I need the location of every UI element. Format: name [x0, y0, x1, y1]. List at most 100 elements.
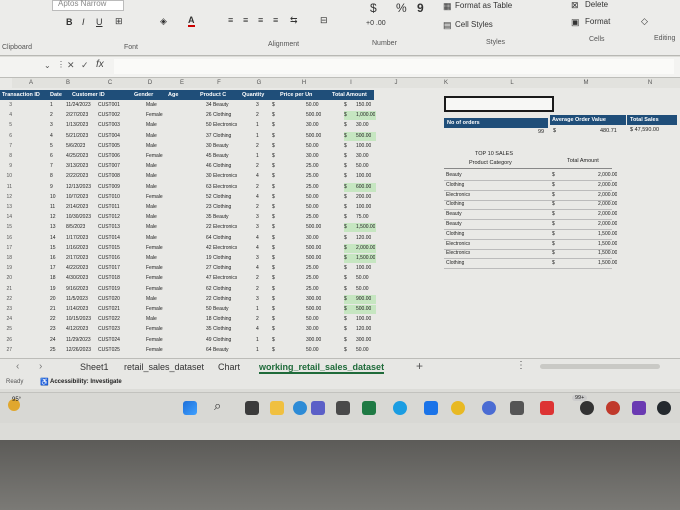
table-cell[interactable]: 1,500.00: [356, 255, 375, 261]
table-cell[interactable]: $: [272, 122, 275, 128]
table-cell[interactable]: 2: [50, 112, 53, 118]
table-cell[interactable]: 4: [256, 326, 259, 332]
table-cell[interactable]: 50.00: [306, 102, 319, 108]
table-cell[interactable]: 18 Clothing: [206, 316, 231, 322]
pivot-cell[interactable]: Clothing: [446, 182, 464, 188]
accessibility-status[interactable]: Accessibility: Investigate: [50, 379, 122, 385]
clear-icon[interactable]: ◇: [641, 16, 648, 27]
table-cell[interactable]: $: [272, 102, 275, 108]
align-left-icon[interactable]: ≡: [228, 15, 233, 25]
pivot-cell[interactable]: $: [552, 231, 555, 237]
table-cell[interactable]: 42 Electronics: [206, 245, 237, 251]
table-cell[interactable]: $: [344, 122, 347, 128]
table-cell[interactable]: 22 Electronics: [206, 224, 237, 230]
table-cell[interactable]: 1/16/2023: [66, 245, 88, 251]
italic-button[interactable]: I: [82, 17, 85, 27]
prev-sheet-icon[interactable]: ‹: [16, 361, 19, 372]
edge-icon[interactable]: [293, 401, 307, 415]
table-cell[interactable]: 4: [256, 235, 259, 241]
table-cell[interactable]: 600.00: [356, 184, 371, 190]
table-cell[interactable]: $: [344, 133, 347, 139]
tab-retail-sales-dataset[interactable]: retail_sales_dataset: [124, 362, 204, 372]
next-sheet-icon[interactable]: ›: [39, 361, 42, 372]
store-icon[interactable]: [336, 401, 350, 415]
table-cell[interactable]: Female: [146, 153, 163, 159]
column-header[interactable]: J: [372, 78, 421, 88]
table-cell[interactable]: $: [344, 296, 347, 302]
pivot-cell[interactable]: 2,000.00: [598, 221, 617, 227]
table-cell[interactable]: $: [344, 306, 347, 312]
table-cell[interactable]: CUST021: [98, 306, 120, 312]
excel-icon[interactable]: [362, 401, 376, 415]
table-cell[interactable]: 50.00: [356, 286, 369, 292]
table-cell[interactable]: 4: [50, 133, 53, 139]
pivot-cell[interactable]: $: [552, 201, 555, 207]
table-cell[interactable]: $: [272, 245, 275, 251]
table-cell[interactable]: 25.00: [306, 286, 319, 292]
row-number[interactable]: 6: [0, 133, 12, 139]
table-cell[interactable]: 1/17/2023: [66, 235, 88, 241]
table-cell[interactable]: $: [272, 143, 275, 149]
table-cell[interactable]: 30.00: [356, 153, 369, 159]
table-cell[interactable]: 10/7/2023: [66, 194, 88, 200]
tab-sheet1[interactable]: Sheet1: [80, 362, 109, 372]
table-cell[interactable]: 47 Electronics: [206, 275, 237, 281]
row-number[interactable]: 26: [0, 337, 12, 343]
table-cell[interactable]: CUST012: [98, 214, 120, 220]
table-cell[interactable]: $: [344, 173, 347, 179]
pivot-cell[interactable]: $: [552, 221, 555, 227]
start-icon[interactable]: [183, 401, 197, 415]
table-cell[interactable]: $: [272, 275, 275, 281]
table-cell[interactable]: $: [344, 245, 347, 251]
table-cell[interactable]: Female: [146, 194, 163, 200]
table-cell[interactable]: Female: [146, 286, 163, 292]
table-cell[interactable]: $: [344, 204, 347, 210]
column-header[interactable]: F: [198, 78, 241, 88]
search-icon[interactable]: ⌕: [214, 398, 221, 414]
table-cell[interactable]: Male: [146, 143, 157, 149]
table-cell[interactable]: 25.00: [306, 173, 319, 179]
table-cell[interactable]: 23 Clothing: [206, 204, 231, 210]
table-cell[interactable]: 1: [256, 122, 259, 128]
table-cell[interactable]: 3: [256, 214, 259, 220]
table-cell[interactable]: CUST015: [98, 245, 120, 251]
pivot-cell[interactable]: $: [552, 182, 555, 188]
table-cell[interactable]: 1/13/2023: [66, 122, 88, 128]
table-cell[interactable]: $: [344, 224, 347, 230]
table-cell[interactable]: 63 Electronics: [206, 184, 237, 190]
table-cell[interactable]: $: [344, 112, 347, 118]
table-cell[interactable]: 1,500.00: [356, 224, 375, 230]
table-cell[interactable]: 22: [50, 316, 56, 322]
table-cell[interactable]: 50.00: [356, 163, 369, 169]
row-number[interactable]: 27: [0, 347, 12, 353]
table-cell[interactable]: 100.00: [356, 265, 371, 271]
row-number[interactable]: 20: [0, 275, 12, 281]
table-cell[interactable]: 75.00: [356, 214, 369, 220]
table-cell[interactable]: 25: [50, 347, 56, 353]
worksheet-grid[interactable]: ABCDEFGHIJKLMN Transaction ID Date Custome…: [0, 78, 680, 358]
table-cell[interactable]: $: [272, 286, 275, 292]
table-cell[interactable]: $: [272, 173, 275, 179]
row-number[interactable]: 3: [0, 102, 12, 108]
table-cell[interactable]: $: [272, 153, 275, 159]
table-cell[interactable]: 19 Clothing: [206, 255, 231, 261]
table-cell[interactable]: 50.00: [306, 204, 319, 210]
currency-button[interactable]: $: [370, 1, 377, 15]
table-cell[interactable]: 500.00: [356, 306, 371, 312]
table-cell[interactable]: $: [272, 337, 275, 343]
table-cell[interactable]: 200.00: [356, 194, 371, 200]
table-cell[interactable]: $: [344, 347, 347, 353]
table-cell[interactable]: 30.00: [306, 235, 319, 241]
table-cell[interactable]: 9/16/2023: [66, 286, 88, 292]
table-cell[interactable]: 10: [50, 194, 56, 200]
table-cell[interactable]: 37 Clothing: [206, 133, 231, 139]
table-cell[interactable]: 1: [256, 337, 259, 343]
table-cell[interactable]: 25.00: [306, 275, 319, 281]
column-header[interactable]: B: [50, 78, 87, 88]
row-number[interactable]: 25: [0, 326, 12, 332]
table-cell[interactable]: CUST001: [98, 102, 120, 108]
table-cell[interactable]: 24: [50, 337, 56, 343]
table-cell[interactable]: 300.00: [306, 337, 321, 343]
app-warning-icon[interactable]: [540, 401, 554, 415]
table-cell[interactable]: 11/5/2023: [66, 296, 88, 302]
